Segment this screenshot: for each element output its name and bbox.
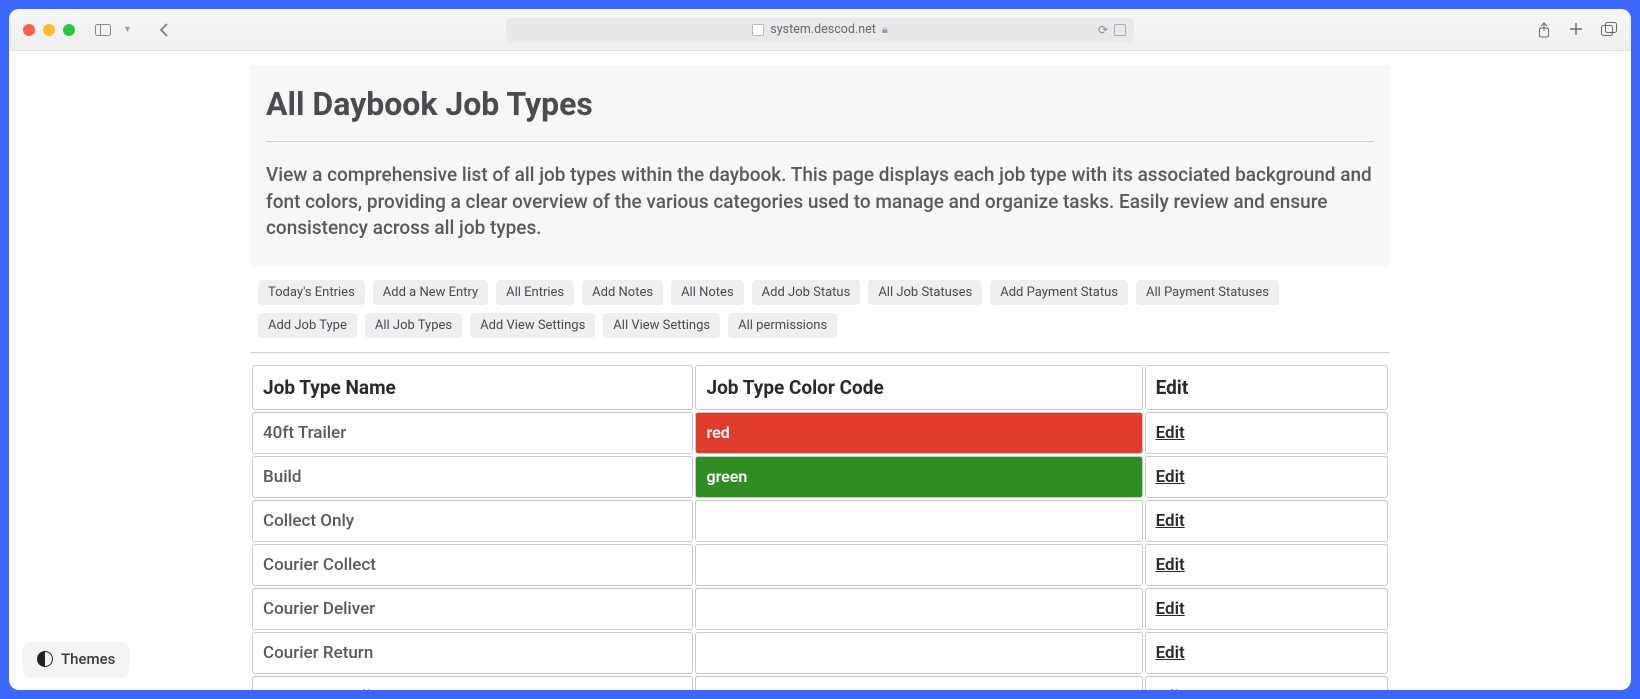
job-types-table: Job Type Name Job Type Color Code Edit 4… (250, 363, 1390, 690)
edit-link[interactable]: Edit (1156, 467, 1185, 487)
nav-pill[interactable]: All permissions (728, 313, 837, 338)
job-type-color-cell (695, 500, 1142, 542)
nav-pill[interactable]: Add Job Status (752, 280, 861, 305)
table-row: Courier Deliver Edit (252, 588, 1388, 630)
job-type-name-cell: Courier Deliver (252, 588, 693, 630)
job-type-color-cell (695, 632, 1142, 674)
nav-pill[interactable]: Add Payment Status (990, 280, 1128, 305)
share-icon (1537, 22, 1551, 38)
table-header-row: Job Type Name Job Type Color Code Edit (252, 365, 1388, 410)
col-header-color: Job Type Color Code (695, 365, 1142, 410)
maximize-window-button[interactable] (63, 24, 75, 36)
page-content: All Daybook Job Types View a comprehensi… (250, 65, 1390, 690)
sidebar-icon (95, 24, 111, 36)
close-window-button[interactable] (23, 24, 35, 36)
edit-cell: Edit (1145, 632, 1388, 674)
sidebar-toggle-button[interactable] (91, 18, 115, 42)
theme-contrast-icon (37, 651, 53, 667)
edit-link[interactable]: Edit (1156, 555, 1185, 575)
share-button[interactable] (1537, 22, 1551, 38)
reader-button[interactable] (1114, 24, 1126, 36)
site-favicon (752, 24, 764, 36)
back-button[interactable] (152, 18, 176, 42)
job-type-name-cell: 40ft Trailer (252, 412, 693, 454)
page-viewport[interactable]: All Daybook Job Types View a comprehensi… (9, 51, 1631, 690)
table-row: Buildgreen Edit (252, 456, 1388, 498)
page-description: View a comprehensive list of all job typ… (266, 162, 1374, 242)
job-type-color-cell: red (695, 412, 1142, 454)
col-header-name: Job Type Name (252, 365, 693, 410)
job-type-name-cell: Build (252, 456, 693, 498)
edit-link[interactable]: Edit (1156, 687, 1185, 690)
themes-label: Themes (61, 650, 115, 668)
lock-icon: 🔒︎ (882, 23, 888, 37)
edit-link[interactable]: Edit (1156, 643, 1185, 663)
table-row: Courier Collect Edit (252, 544, 1388, 586)
edit-link[interactable]: Edit (1156, 599, 1185, 619)
themes-button[interactable]: Themes (23, 642, 129, 676)
reload-button[interactable]: ⟳ (1098, 23, 1108, 37)
tabs-icon (1601, 22, 1617, 36)
address-bar[interactable]: system.descod.net 🔒︎ ⟳ (506, 18, 1134, 42)
job-type-name-cell: Customer Collect (252, 676, 693, 690)
job-type-color-cell (695, 544, 1142, 586)
nav-pill[interactable]: Today's Entries (258, 280, 365, 305)
nav-pill[interactable]: All Job Statuses (868, 280, 982, 305)
browser-chrome: ▾ system.descod.net 🔒︎ ⟳ (9, 9, 1631, 51)
chevron-down-icon: ▾ (125, 24, 130, 35)
edit-cell: Edit (1145, 412, 1388, 454)
edit-cell: Edit (1145, 588, 1388, 630)
job-type-color-cell (695, 588, 1142, 630)
edit-link[interactable]: Edit (1156, 511, 1185, 531)
chevron-left-icon (159, 23, 169, 37)
new-tab-button[interactable] (1569, 22, 1583, 38)
edit-cell: Edit (1145, 676, 1388, 690)
address-bar-url: system.descod.net (770, 22, 876, 37)
plus-icon (1569, 22, 1583, 36)
table-row: Collect Only Edit (252, 500, 1388, 542)
minimize-window-button[interactable] (43, 24, 55, 36)
nav-pill[interactable]: Add a New Entry (373, 280, 488, 305)
nav-pill[interactable]: All Payment Statuses (1136, 280, 1279, 305)
job-type-name-cell: Collect Only (252, 500, 693, 542)
job-type-color-cell (695, 676, 1142, 690)
tabs-button[interactable] (1601, 22, 1617, 38)
page-title: All Daybook Job Types (266, 85, 1374, 142)
job-type-color-cell: green (695, 456, 1142, 498)
edit-cell: Edit (1145, 544, 1388, 586)
nav-pill[interactable]: Add View Settings (470, 313, 595, 338)
table-row: Customer Collect Edit (252, 676, 1388, 690)
nav-pill[interactable]: All Entries (496, 280, 574, 305)
window-controls (23, 24, 75, 36)
toolbar-right (1537, 22, 1617, 38)
col-header-edit: Edit (1145, 365, 1388, 410)
job-type-name-cell: Courier Collect (252, 544, 693, 586)
page-header-card: All Daybook Job Types View a comprehensi… (250, 65, 1390, 266)
nav-pill[interactable]: Add Job Type (258, 313, 357, 338)
edit-link[interactable]: Edit (1156, 423, 1185, 443)
browser-window: ▾ system.descod.net 🔒︎ ⟳ (9, 9, 1631, 690)
nav-pill-row: Today's Entries Add a New Entry All Entrie… (250, 266, 1390, 353)
edit-cell: Edit (1145, 456, 1388, 498)
edit-cell: Edit (1145, 500, 1388, 542)
nav-pill[interactable]: All View Settings (603, 313, 720, 338)
table-row: 40ft Trailerred Edit (252, 412, 1388, 454)
job-type-name-cell: Courier Return (252, 632, 693, 674)
table-row: Courier Return Edit (252, 632, 1388, 674)
nav-pill[interactable]: All Notes (671, 280, 744, 305)
nav-pill[interactable]: Add Notes (582, 280, 663, 305)
nav-pill[interactable]: All Job Types (365, 313, 462, 338)
